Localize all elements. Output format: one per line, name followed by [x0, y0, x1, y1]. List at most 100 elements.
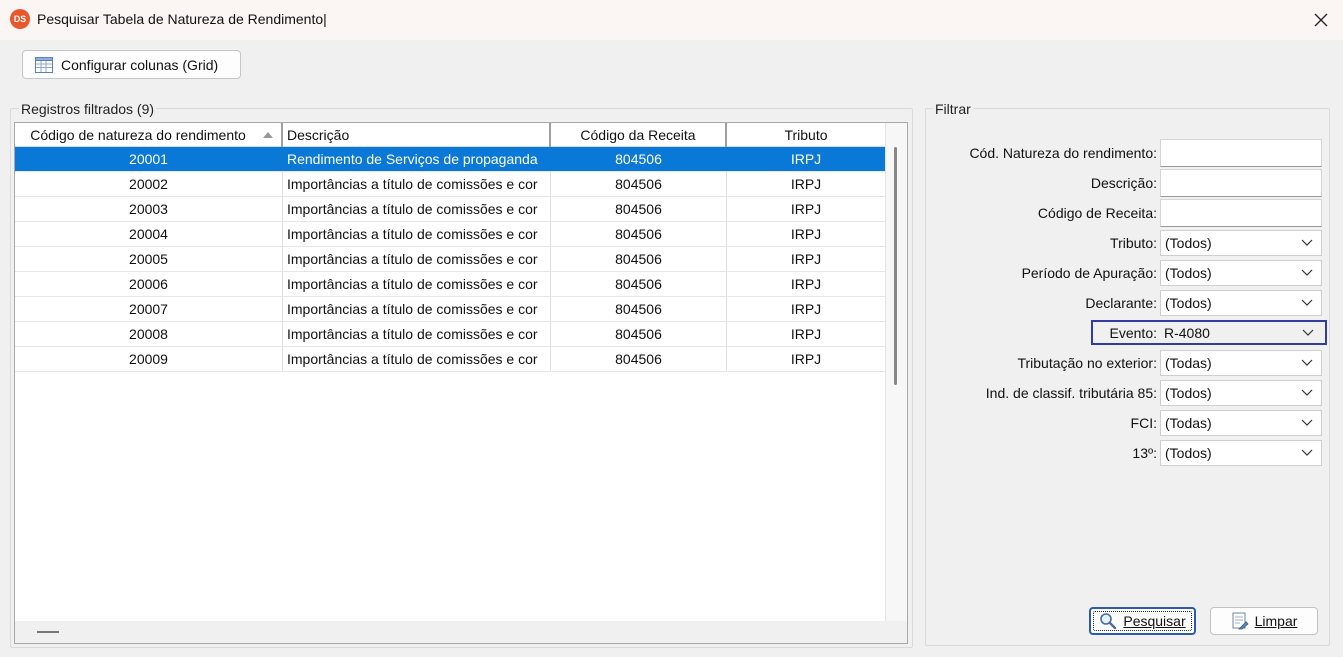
cell-descricao: Importâncias a título de comissões e cor [283, 222, 551, 246]
chevron-down-icon [1301, 419, 1313, 426]
cell-codigo: 20003 [15, 197, 283, 221]
cell-codigo: 20006 [15, 272, 283, 296]
filter-group-label: Filtrar [933, 101, 973, 117]
cell-codigo: 20007 [15, 297, 283, 321]
table-row[interactable]: 20003 Importâncias a título de comissões… [15, 197, 885, 222]
magnifier-icon [1100, 613, 1117, 630]
limpar-button[interactable]: Limpar [1210, 607, 1318, 635]
ind-classif-label: Ind. de classif. tributária 85: [985, 385, 1157, 401]
cell-tributo: IRPJ [790, 176, 822, 192]
chevron-down-icon [1301, 299, 1313, 306]
codigo-receita-label: Código de Receita: [1037, 205, 1157, 221]
app-logo-icon: DS [10, 9, 30, 29]
configure-columns-label: Configurar colunas (Grid) [61, 56, 219, 73]
cell-codigo: 20001 [15, 147, 283, 171]
column-header-descricao[interactable]: Descrição [283, 123, 551, 147]
table-row[interactable]: 20006 Importâncias a título de comissões… [15, 272, 885, 297]
grid-header: Código de natureza do rendimento Descriç… [15, 123, 885, 147]
cell-descricao: Importâncias a título de comissões e cor [283, 247, 551, 271]
cell-codigo: 20008 [15, 322, 283, 346]
evento-label: Evento: [1109, 325, 1157, 341]
chevron-down-icon [1301, 359, 1313, 366]
configure-columns-button[interactable]: Configurar colunas (Grid) [22, 50, 241, 79]
table-row[interactable]: 20008 Importâncias a título de comissões… [15, 322, 885, 347]
table-row[interactable]: 20005 Importâncias a título de comissões… [15, 247, 885, 272]
cell-receita: 804506 [551, 272, 727, 296]
cell-codigo: 20004 [15, 222, 283, 246]
vertical-scrollbar-thumb[interactable] [894, 147, 897, 385]
cell-receita: 804506 [551, 347, 727, 371]
grid-table-icon [35, 56, 53, 73]
cell-tributo: IRPJ [790, 251, 822, 267]
cell-descricao: Importâncias a título de comissões e cor [283, 172, 551, 196]
cell-tributo: IRPJ [790, 326, 822, 342]
cell-tributo: IRPJ [790, 276, 822, 292]
cod-natureza-label: Cód. Natureza do rendimento: [969, 145, 1157, 161]
cell-tributo: IRPJ [790, 351, 822, 367]
column-header-codigo[interactable]: Código de natureza do rendimento [15, 123, 283, 147]
fci-select[interactable]: (Todas) [1160, 410, 1322, 436]
title-bar: DS Pesquisar Tabela de Natureza de Rendi… [0, 0, 1343, 40]
codigo-receita-input[interactable] [1160, 199, 1322, 227]
table-row[interactable]: 20004 Importâncias a título de comissões… [15, 222, 885, 247]
cell-tributo: IRPJ [790, 151, 822, 167]
table-row[interactable]: 20002 Importâncias a título de comissões… [15, 172, 885, 197]
close-button[interactable] [1307, 6, 1335, 34]
tributacao-select[interactable]: (Todas) [1160, 350, 1322, 376]
pesquisar-button[interactable]: Pesquisar [1089, 607, 1196, 635]
limpar-label: Limpar [1254, 613, 1298, 629]
cell-receita: 804506 [551, 322, 727, 346]
descricao-label: Descrição: [1090, 175, 1157, 191]
cell-descricao: Importâncias a título de comissões e cor [283, 272, 551, 296]
cod-natureza-input[interactable] [1160, 139, 1322, 167]
descricao-input[interactable] [1160, 169, 1322, 197]
column-header-receita[interactable]: Código da Receita [551, 123, 727, 147]
cell-receita: 804506 [551, 222, 727, 246]
decimo-terceiro-label: 13º: [1132, 445, 1157, 461]
cell-descricao: Importâncias a título de comissões e cor [283, 197, 551, 221]
cell-receita: 804506 [551, 172, 727, 196]
chevron-down-icon [1301, 239, 1313, 246]
cell-descricao: Importâncias a título de comissões e cor [283, 347, 551, 371]
decimo-terceiro-select[interactable]: (Todos) [1160, 440, 1322, 466]
table-row[interactable]: 20009 Importâncias a título de comissões… [15, 347, 885, 372]
window-title: Pesquisar Tabela de Natureza de Rendimen… [37, 11, 327, 27]
ind-classif-select[interactable]: (Todos) [1160, 380, 1322, 406]
tributo-select[interactable]: (Todos) [1160, 230, 1322, 256]
fci-label: FCI: [1130, 415, 1157, 431]
cell-descricao: Importâncias a título de comissões e cor [283, 322, 551, 346]
records-grid[interactable]: Código de natureza do rendimento Descriç… [14, 122, 908, 644]
cell-receita: 804506 [551, 147, 727, 171]
eraser-document-icon [1232, 612, 1249, 630]
cell-codigo: 20009 [15, 347, 283, 371]
sort-ascending-icon [263, 132, 273, 138]
horizontal-scrollbar-track[interactable] [15, 621, 907, 643]
chevron-down-icon [1301, 389, 1313, 396]
close-icon [1314, 13, 1328, 27]
tributo-label: Tributo: [1110, 235, 1157, 251]
chevron-down-icon [1302, 329, 1314, 336]
cell-tributo: IRPJ [790, 301, 822, 317]
cell-codigo: 20005 [15, 247, 283, 271]
pesquisar-label: Pesquisar [1123, 613, 1186, 629]
evento-select[interactable]: R-4080 [1160, 321, 1322, 345]
table-row[interactable]: 20007 Importâncias a título de comissões… [15, 297, 885, 322]
chevron-down-icon [1301, 269, 1313, 276]
cell-descricao: Rendimento de Serviços de propaganda [283, 147, 551, 171]
cell-codigo: 20002 [15, 172, 283, 196]
cell-receita: 804506 [551, 247, 727, 271]
horizontal-scrollbar-thumb[interactable] [37, 631, 59, 633]
grid-rows: 20001 Rendimento de Serviços de propagan… [15, 147, 885, 372]
table-row[interactable]: 20001 Rendimento de Serviços de propagan… [15, 147, 885, 172]
declarante-select[interactable]: (Todos) [1160, 290, 1322, 316]
cell-tributo: IRPJ [790, 201, 822, 217]
declarante-label: Declarante: [1085, 295, 1157, 311]
tributacao-label: Tributação no exterior: [1017, 355, 1157, 371]
chevron-down-icon [1301, 449, 1313, 456]
periodo-select[interactable]: (Todos) [1160, 260, 1322, 286]
column-header-tributo[interactable]: Tributo [727, 123, 885, 147]
cell-tributo: IRPJ [790, 226, 822, 242]
cell-receita: 804506 [551, 197, 727, 221]
cell-descricao: Importâncias a título de comissões e cor [283, 297, 551, 321]
periodo-label: Período de Apuração: [1021, 265, 1157, 281]
